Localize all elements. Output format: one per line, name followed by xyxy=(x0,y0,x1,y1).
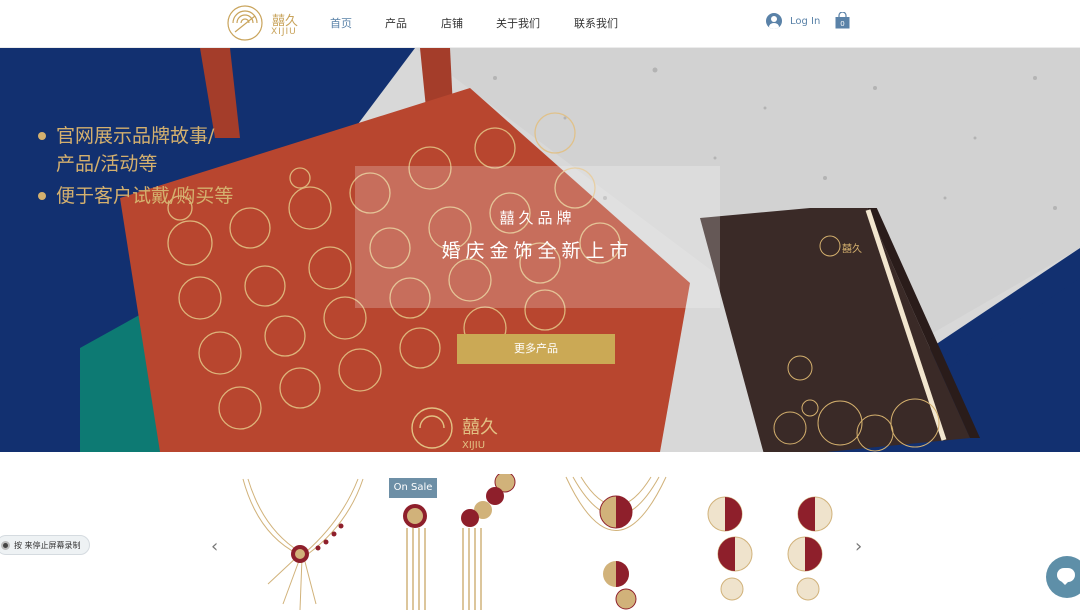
product-necklace-image[interactable] xyxy=(238,474,370,610)
nav-store[interactable]: 店铺 xyxy=(441,15,463,31)
hero-bullet: 官网展示品牌故事/ 产品/活动等 xyxy=(38,122,233,178)
bullet-dot-icon xyxy=(38,192,46,200)
nav-products[interactable]: 产品 xyxy=(385,15,407,31)
chat-widget-button[interactable] xyxy=(1046,556,1080,598)
login-button[interactable]: Log In xyxy=(766,13,820,29)
record-pill-label: 按 来停止屏幕录制 xyxy=(14,540,81,550)
hero-bullet-list: 官网展示品牌故事/ 产品/活动等 便于客户试戴/购买等 xyxy=(38,122,233,210)
on-sale-badge: On Sale xyxy=(389,478,437,498)
product-carousel xyxy=(0,452,1080,610)
page: 囍久 XIJIU 首页 产品 店铺 关于我们 联系我们 Log In 0 囍久 … xyxy=(0,0,1080,610)
user-icon xyxy=(766,13,782,29)
hero-bullet-text: 便于客户试戴/购买等 xyxy=(56,185,234,207)
carousel-next-arrow-icon[interactable]: › xyxy=(855,536,862,557)
login-label: Log In xyxy=(790,15,821,27)
more-products-button[interactable]: 更多产品 xyxy=(457,334,615,364)
bullet-dot-icon xyxy=(38,132,46,140)
cart-icon[interactable]: 0 xyxy=(835,12,850,29)
hero-bullet: 便于客户试戴/购买等 xyxy=(38,182,233,210)
screen-recording-indicator[interactable]: 按 来停止屏幕录制 xyxy=(0,535,90,555)
brand-logo-subtitle: XIJIU xyxy=(271,27,297,37)
hero-tagline: 婚庆金饰全新上市 xyxy=(441,240,634,262)
notebook-logo: 囍久 xyxy=(842,242,862,255)
product-earrings-round-image[interactable] xyxy=(700,474,840,610)
nav-about[interactable]: 关于我们 xyxy=(496,15,540,31)
bag-logo: 囍久 xyxy=(462,417,498,438)
carousel-prev-arrow-icon[interactable]: ‹ xyxy=(211,536,218,557)
nav-home[interactable]: 首页 xyxy=(330,15,352,31)
cart-count: 0 xyxy=(840,20,844,28)
product-pendant-necklace-image[interactable] xyxy=(563,474,669,610)
bag-logo-sub: XIJIU xyxy=(462,440,485,451)
hero-brand-line: 囍久品牌 xyxy=(499,209,576,227)
nav-contact[interactable]: 联系我们 xyxy=(574,15,618,31)
notebook-image: 囍久 xyxy=(700,208,980,452)
site-header: 囍久 XIJIU 首页 产品 店铺 关于我们 联系我们 Log In 0 xyxy=(0,0,1080,48)
hero-bullet-text: 官网展示品牌故事/ 产品/活动等 xyxy=(56,125,215,175)
record-stop-icon xyxy=(1,540,10,550)
